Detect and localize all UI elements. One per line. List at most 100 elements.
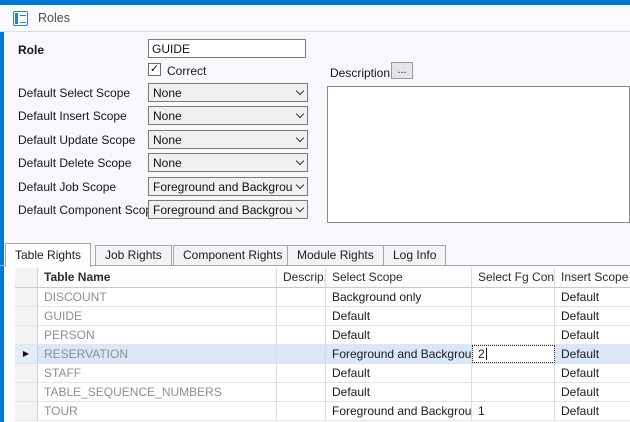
cell-description[interactable] [277, 402, 326, 420]
column-header-select[interactable]: Select Scope [326, 268, 472, 287]
table-name-text: RESERVATION [44, 347, 128, 361]
tabstrip: Table RightsJob RightsComponent RightsMo… [4, 243, 630, 266]
check-icon: ✓ [150, 63, 159, 75]
cell-table-name[interactable]: RESERVATION [38, 345, 277, 363]
chevron-down-icon [293, 208, 307, 211]
table-rights-grid: Table NameDescrip...Select ScopeSelect F… [15, 268, 630, 421]
cell-select-scope[interactable]: Foreground and Background [326, 402, 472, 420]
description-label: Description [330, 66, 390, 80]
cell-insert-scope[interactable]: Default [555, 402, 630, 420]
default-select-scope-dropdown[interactable]: None [148, 83, 308, 102]
table-row[interactable]: GUIDE Default Default [15, 307, 630, 326]
cell-insert-scope[interactable]: Default [555, 326, 630, 344]
column-header-insert[interactable]: Insert Scope [555, 268, 630, 287]
default-job-scope-label: Default Job Scope [18, 180, 116, 194]
cell-select-scope[interactable]: Default [326, 307, 472, 325]
row-header-cell[interactable] [15, 364, 38, 382]
cell-select-scope[interactable]: Default [326, 383, 472, 401]
chevron-down-icon [293, 91, 307, 94]
table-name-text: DISCOUNT [44, 290, 107, 304]
cell-select-fg-cond[interactable]: 2 [472, 345, 555, 363]
table-row[interactable]: TABLE_SEQUENCE_NUMBERS Default Default [15, 383, 630, 402]
default-update-scope-label: Default Update Scope [18, 133, 135, 147]
cell-select-scope[interactable]: Default [326, 364, 472, 382]
chevron-down-icon [293, 161, 307, 164]
column-header-desc[interactable]: Descrip... [277, 268, 326, 287]
cell-select-scope[interactable]: Background only [326, 288, 472, 306]
cell-description[interactable] [277, 326, 326, 344]
tab-component-rights[interactable]: Component Rights [173, 245, 292, 266]
cell-insert-scope[interactable]: Default [555, 383, 630, 401]
description-textarea[interactable] [327, 86, 630, 223]
default-component-scope-dropdown[interactable]: Foreground and Background [148, 200, 308, 219]
current-row-arrow-icon: ▶ [23, 350, 29, 358]
cell-select-fg-cond[interactable] [472, 326, 555, 344]
cell-insert-scope[interactable]: Default [555, 288, 630, 306]
titlebar: Roles [0, 5, 630, 32]
cell-select-fg-cond[interactable] [472, 383, 555, 401]
default-select-scope-label: Default Select Scope [18, 86, 130, 100]
table-name-text: TOUR [44, 404, 78, 418]
cell-description[interactable] [277, 364, 326, 382]
role-input[interactable] [148, 39, 306, 58]
cell-select-fg-cond[interactable] [472, 288, 555, 306]
cell-description[interactable] [277, 288, 326, 306]
table-name-text: GUIDE [44, 309, 82, 323]
default-insert-scope-label: Default Insert Scope [18, 109, 127, 123]
cell-select-scope[interactable]: Foreground and Background [326, 345, 472, 363]
row-header-cell[interactable] [15, 326, 38, 344]
table-row[interactable]: DISCOUNT Background only Default [15, 288, 630, 307]
row-header-cell[interactable] [15, 288, 38, 306]
cell-description[interactable] [277, 383, 326, 401]
cell-select-scope[interactable]: Default [326, 326, 472, 344]
tab-table-rights[interactable]: Table Rights [5, 243, 91, 267]
cell-description[interactable] [277, 307, 326, 325]
column-header-name[interactable]: Table Name [38, 268, 277, 287]
table-row[interactable]: PERSON Default Default [15, 326, 630, 345]
default-job-scope-dropdown[interactable]: Foreground and Background [148, 177, 308, 196]
default-insert-scope-dropdown[interactable]: None [148, 106, 308, 125]
cell-table-name[interactable]: TOUR [38, 402, 277, 420]
description-ellipsis-button[interactable]: ... [391, 62, 413, 79]
default-delete-scope-value: None [153, 156, 293, 170]
tab-module-rights[interactable]: Module Rights [287, 245, 384, 266]
row-header-cell[interactable] [15, 402, 38, 420]
cell-select-fg-cond[interactable]: 1 [472, 402, 555, 420]
table-row[interactable]: TOUR Foreground and Background1Default [15, 402, 630, 421]
table-row[interactable]: STAFF Default Default [15, 364, 630, 383]
window-title: Roles [38, 11, 70, 25]
cell-table-name[interactable]: PERSON [38, 326, 277, 344]
default-select-scope-value: None [153, 86, 293, 100]
text-caret [486, 348, 487, 360]
default-delete-scope-dropdown[interactable]: None [148, 153, 308, 172]
cell-insert-scope[interactable]: Default [555, 345, 630, 363]
cell-table-name[interactable]: TABLE_SEQUENCE_NUMBERS [38, 383, 277, 401]
cell-select-fg-cond[interactable] [472, 364, 555, 382]
cell-description[interactable] [277, 345, 326, 363]
row-header-cell[interactable] [15, 383, 38, 401]
correct-checkbox[interactable]: ✓ [148, 63, 161, 76]
correct-checkbox-label: Correct [167, 64, 206, 78]
cell-insert-scope[interactable]: Default [555, 307, 630, 325]
default-delete-scope-label: Default Delete Scope [18, 156, 131, 170]
cell-select-fg-cond[interactable] [472, 307, 555, 325]
tab-job-rights[interactable]: Job Rights [95, 245, 172, 266]
chevron-down-icon [293, 114, 307, 117]
chevron-down-icon [293, 185, 307, 188]
cell-table-name[interactable]: DISCOUNT [38, 288, 277, 306]
roles-form-icon [13, 11, 28, 26]
cell-table-name[interactable]: STAFF [38, 364, 277, 382]
row-header-cell[interactable]: ▶ [15, 345, 38, 363]
default-component-scope-label: Default Component Scope [18, 203, 159, 217]
table-row[interactable]: ▶ RESERVATION Foreground and Background2De… [15, 345, 630, 364]
default-update-scope-dropdown[interactable]: None [148, 130, 308, 149]
column-header-fg[interactable]: Select Fg Cond... [472, 268, 555, 287]
table-name-text: TABLE_SEQUENCE_NUMBERS [44, 385, 222, 399]
row-header-cell[interactable] [15, 307, 38, 325]
cell-insert-scope[interactable]: Default [555, 364, 630, 382]
cell-table-name[interactable]: GUIDE [38, 307, 277, 325]
default-job-scope-value: Foreground and Background [153, 180, 293, 194]
default-insert-scope-value: None [153, 109, 293, 123]
tab-log-info[interactable]: Log Info [383, 245, 446, 266]
table-name-text: STAFF [44, 366, 81, 380]
